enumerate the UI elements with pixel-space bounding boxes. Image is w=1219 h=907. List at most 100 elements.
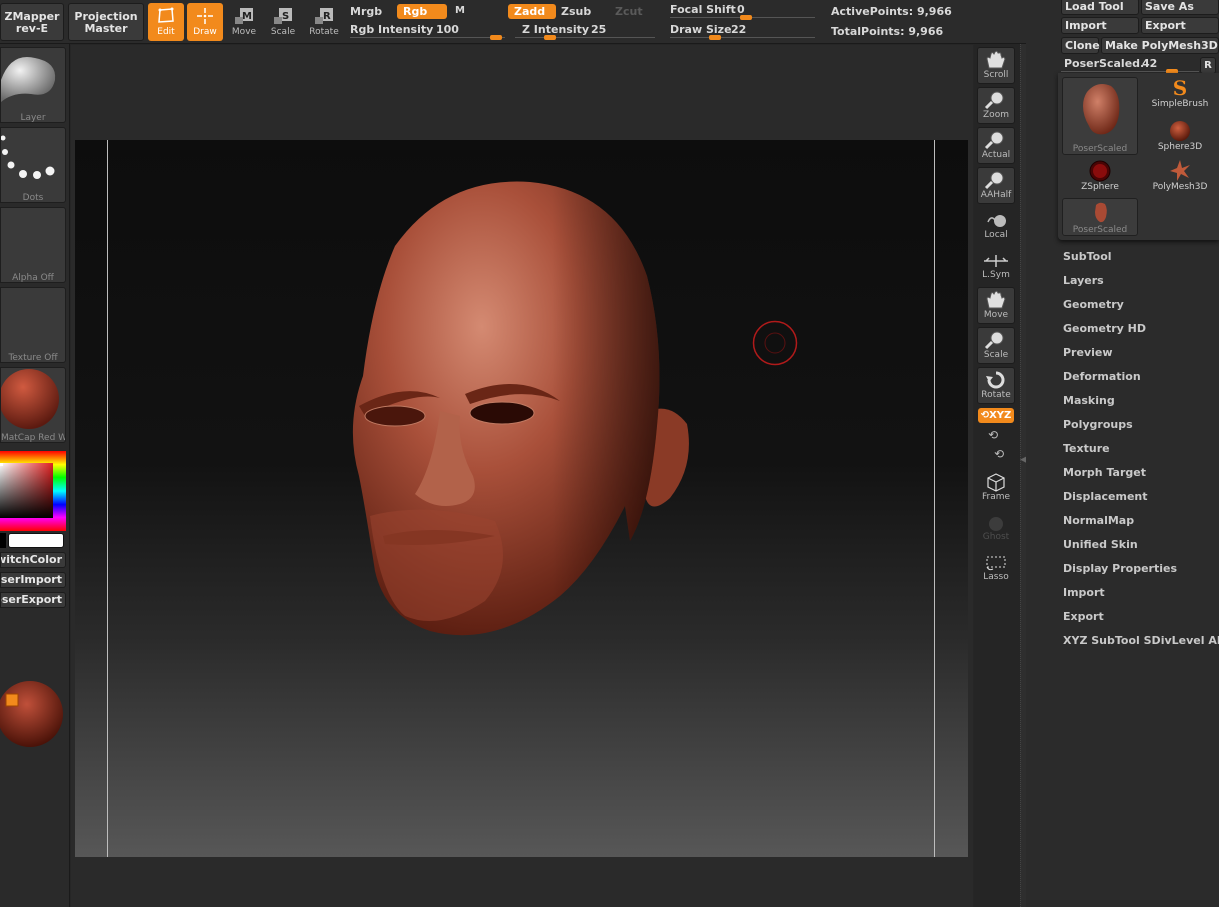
zadd-button[interactable]: Zadd (508, 4, 556, 19)
save-as-button[interactable]: Save As (1141, 0, 1219, 15)
rgb-intensity-knob[interactable] (490, 35, 502, 40)
viewport-canvas[interactable] (75, 140, 968, 857)
frame-button[interactable]: Frame (977, 470, 1015, 507)
import-tool-button[interactable]: Import (1061, 17, 1139, 34)
draw-mode-button[interactable]: Draw (187, 3, 223, 41)
tool-zsphere[interactable]: ZSphere (1061, 158, 1139, 198)
make-polymesh3d-button[interactable]: Make PolyMesh3D (1101, 37, 1219, 54)
zmapper-button[interactable]: ZMapper rev-E (0, 3, 64, 41)
menu-item-layers[interactable]: Layers (1063, 274, 1104, 287)
total-points: TotalPoints: 9,966 (831, 25, 944, 38)
poser-import-button[interactable]: PoserImport (0, 572, 66, 588)
alpha-thumbnail[interactable]: Alpha Off (0, 207, 66, 283)
dots-stroke-icon (1, 135, 55, 179)
tool-polymesh3d[interactable]: PolyMesh3D (1141, 158, 1219, 198)
simplebrush-icon: S (1172, 76, 1188, 100)
menu-item-import[interactable]: Import (1063, 586, 1105, 599)
lsym-button[interactable]: L.Sym (977, 250, 1015, 287)
current-tool-slider[interactable]: PoserScaled. 42 (1061, 56, 1199, 74)
tool-sphere3d[interactable]: Sphere3D (1141, 118, 1219, 158)
menu-item-morph-target[interactable]: Morph Target (1063, 466, 1146, 479)
head-model-icon (352, 181, 689, 636)
clone-button[interactable]: Clone (1061, 37, 1100, 54)
magnifier-icon (984, 171, 1004, 190)
zsub-button[interactable]: Zsub (561, 5, 591, 18)
zoom-button[interactable]: Zoom (977, 87, 1015, 124)
ghost-button[interactable]: Ghost (977, 510, 1015, 547)
zcut-button[interactable]: Zcut (615, 5, 643, 18)
poser-export-button[interactable]: PoserExport (0, 592, 66, 608)
sphere-icon (989, 517, 1003, 531)
aahalf-button[interactable]: AAHalf (977, 167, 1015, 204)
menu-item-texture[interactable]: Texture (1063, 442, 1110, 455)
tool-thumb-poserscaled[interactable]: PoserScaled (1062, 77, 1138, 155)
local-button[interactable]: Local (977, 210, 1015, 247)
move-mode-button[interactable]: M Move (226, 3, 262, 41)
matcap-thumbnail[interactable]: MatCap Red Wax (0, 367, 66, 443)
export-tool-button[interactable]: Export (1141, 17, 1219, 34)
rotate-icon: R (315, 8, 333, 24)
menu-item-export[interactable]: Export (1063, 610, 1104, 623)
z-intensity-knob[interactable] (544, 35, 556, 40)
r-button[interactable]: R (1200, 57, 1216, 74)
edit-icon (158, 7, 174, 23)
red-wax-sphere-icon (1, 369, 59, 429)
menu-item-subtool[interactable]: SubTool (1063, 250, 1112, 263)
rotate-y-icon[interactable]: ⟲ (988, 428, 998, 442)
focal-shift-slider[interactable]: Focal Shift 0 (670, 2, 815, 20)
tool-simplebrush[interactable]: S SimpleBrush (1141, 77, 1219, 117)
polymesh3d-icon (1170, 160, 1190, 181)
focal-shift-knob[interactable] (740, 15, 752, 20)
rotate-icon (986, 371, 1005, 389)
edit-mode-button[interactable]: Edit (148, 3, 184, 41)
draw-size-knob[interactable] (709, 35, 721, 40)
rotate-z-icon[interactable]: ⟲ (994, 447, 1004, 461)
projection-master-button[interactable]: Projection Master (68, 3, 144, 41)
menu-item-polygroups[interactable]: Polygroups (1063, 418, 1133, 431)
menu-item-normalmap[interactable]: NormalMap (1063, 514, 1134, 527)
layer-brush-icon (1, 56, 56, 102)
load-tool-button[interactable]: Load Tool (1061, 0, 1139, 15)
draw-size-slider[interactable]: Draw Size 22 (670, 22, 815, 40)
color-picker[interactable] (0, 451, 66, 531)
zsphere-icon (1089, 160, 1111, 182)
scale-icon: S (274, 8, 292, 24)
move-view-button[interactable]: Move (977, 287, 1015, 324)
sphere3d-icon (1170, 121, 1190, 141)
menu-item-geometry[interactable]: Geometry (1063, 298, 1124, 311)
z-intensity-slider[interactable]: Z Intensity 25 (515, 22, 655, 40)
active-points: ActivePoints: 9,966 (831, 5, 952, 18)
tool-thumb-poserscaled-small[interactable]: PoserScaled (1062, 198, 1138, 236)
material-thumbnail[interactable]: Layer (0, 47, 66, 123)
menu-item-xyz-subtool-sdivlevel-all[interactable]: XYZ SubTool SDivLevel All (1063, 634, 1219, 647)
move-icon: M (235, 8, 253, 24)
menu-item-displacement[interactable]: Displacement (1063, 490, 1148, 503)
menu-item-deformation[interactable]: Deformation (1063, 370, 1141, 383)
brush-cursor-icon (752, 320, 798, 366)
hand-icon (986, 50, 1006, 69)
rotate-view-button[interactable]: Rotate (977, 367, 1015, 404)
texture-thumbnail[interactable]: Texture Off (0, 287, 66, 363)
actual-button[interactable]: Actual (977, 127, 1015, 164)
scroll-button[interactable]: Scroll (977, 47, 1015, 84)
secondary-color-swatch[interactable] (0, 533, 6, 548)
m-button[interactable]: M (455, 5, 465, 16)
xyz-button[interactable]: ⟲XYZ (978, 408, 1014, 423)
mrgb-button[interactable]: Mrgb (350, 5, 382, 18)
rgb-intensity-slider[interactable]: Rgb Intensity 100 (350, 22, 505, 40)
menu-item-masking[interactable]: Masking (1063, 394, 1115, 407)
menu-item-display-properties[interactable]: Display Properties (1063, 562, 1177, 575)
scale-view-button[interactable]: Scale (977, 327, 1015, 364)
scale-mode-button[interactable]: S Scale (265, 3, 301, 41)
rgb-button[interactable]: Rgb (397, 4, 447, 19)
switch-color-button[interactable]: SwitchColor (0, 552, 66, 568)
local-icon (987, 215, 1006, 227)
rotate-mode-button[interactable]: R Rotate (306, 3, 342, 41)
menu-item-unified-skin[interactable]: Unified Skin (1063, 538, 1138, 551)
head-thumbnail-icon (1083, 84, 1120, 135)
menu-item-preview[interactable]: Preview (1063, 346, 1113, 359)
stroke-thumbnail[interactable]: Dots (0, 127, 66, 203)
menu-item-geometry-hd[interactable]: Geometry HD (1063, 322, 1146, 335)
lasso-button[interactable]: Lasso (977, 550, 1015, 587)
main-color-swatch[interactable] (8, 533, 64, 548)
